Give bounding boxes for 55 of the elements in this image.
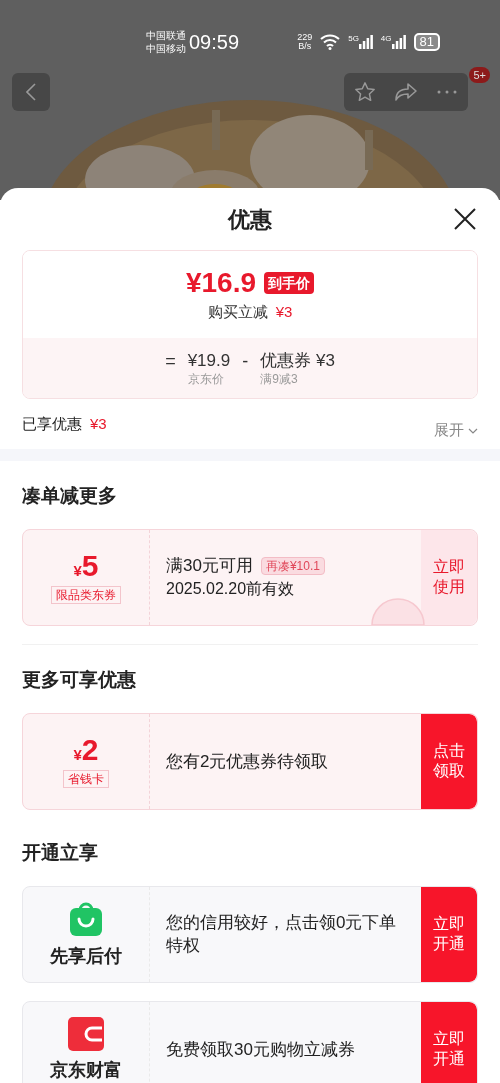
card-description: 您的信用较好，点击领0元下单特权 xyxy=(166,912,398,957)
coupon-type-tag: 省钱卡 xyxy=(63,770,109,789)
reduction-amount: ¥3 xyxy=(275,302,293,322)
operator-sign: = xyxy=(165,349,176,372)
star-icon xyxy=(353,81,376,103)
currency-sign: ¥ xyxy=(73,561,82,581)
battery-level: 81 xyxy=(413,33,440,51)
shortfall-tag: 再凑¥10.1 xyxy=(260,556,325,575)
network-type: 4G xyxy=(380,35,392,43)
card-action-button[interactable]: 点击领取 xyxy=(421,713,477,809)
back-icon xyxy=(26,83,36,101)
carrier-name: 中国移动 xyxy=(146,42,186,55)
price-term: 优惠券 ¥3 xyxy=(260,349,335,372)
network-speed: B/s xyxy=(298,42,312,51)
final-price-tag: 到手价 xyxy=(264,272,315,294)
close-button[interactable] xyxy=(454,208,476,230)
card-description: 满30元可用 xyxy=(166,555,253,577)
network-speed: 229 xyxy=(297,33,313,42)
price-term-note: 满9减3 xyxy=(260,371,299,386)
price-term: ¥19.9 xyxy=(187,349,231,372)
wallet-icon xyxy=(68,1017,104,1051)
signal-icon xyxy=(358,35,373,49)
expand-button[interactable]: 展开 xyxy=(434,419,478,442)
card-description: 免费领取30元购物立减券 xyxy=(166,1038,355,1061)
currency-sign: ¥ xyxy=(73,745,82,765)
final-price: ¥16.9 xyxy=(185,267,257,299)
card-action-button[interactable]: 立即开通 xyxy=(421,886,477,982)
back-button[interactable] xyxy=(12,73,50,111)
section-title: 开通立享 xyxy=(22,841,98,866)
share-icon xyxy=(394,82,418,102)
coupon-amount: 2 xyxy=(81,733,99,766)
card-description: 您有2元优惠券待领取 xyxy=(166,750,329,773)
section-title: 更多可享优惠 xyxy=(22,668,136,693)
signal-icon xyxy=(391,35,406,49)
section-title: 凑单减更多 xyxy=(22,484,117,509)
shopping-bag-icon xyxy=(69,901,103,937)
network-type: 5G xyxy=(348,35,359,43)
reduction-label: 购买立减 xyxy=(207,302,268,322)
enjoyed-discount-amount: ¥3 xyxy=(90,414,107,435)
coupon-amount: 5 xyxy=(81,549,99,582)
card-action-button[interactable]: 立即使用 xyxy=(421,529,477,625)
service-name: 先享后付 xyxy=(50,945,122,967)
carrier-name: 中国联通 xyxy=(146,29,186,42)
status-time: 09:59 xyxy=(189,30,240,55)
sheet-title: 优惠 xyxy=(228,205,272,234)
operator-sign: - xyxy=(242,349,249,372)
wifi-icon xyxy=(320,34,341,50)
enjoyed-discount-label: 已享优惠 xyxy=(22,414,82,435)
price-term-note: 京东价 xyxy=(187,371,225,386)
card-action-button[interactable]: 立即开通 xyxy=(421,1001,477,1083)
service-name: 京东财富 xyxy=(50,1059,122,1081)
coupon-type-tag: 限品类东券 xyxy=(51,586,121,605)
chevron-down-icon xyxy=(468,427,478,434)
close-icon xyxy=(454,208,476,230)
card-description: 2025.02.20前有效 xyxy=(166,579,295,599)
